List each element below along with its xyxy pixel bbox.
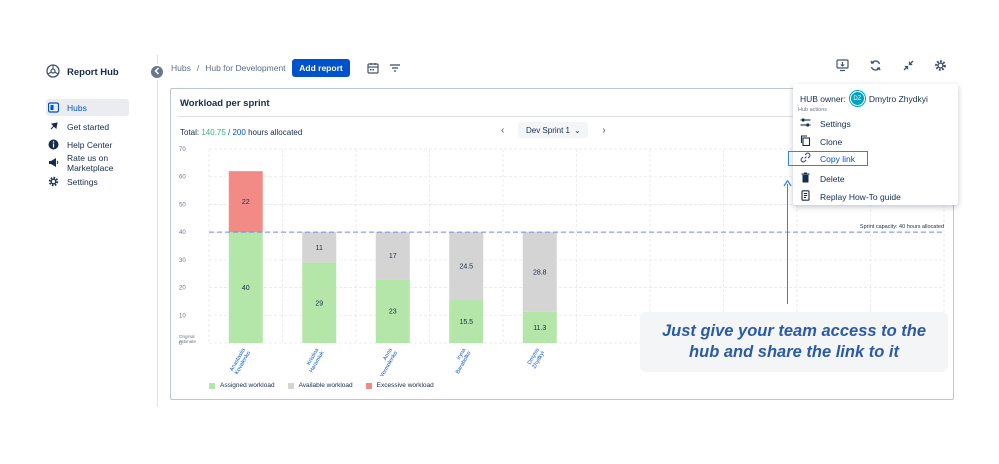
menu-item-copy-link[interactable]: Copy link: [788, 151, 868, 166]
breadcrumb-hubs[interactable]: Hubs: [171, 63, 191, 73]
y-tick-label: 40: [179, 230, 186, 236]
hub-owner: HUB owner: DZ Dmytro Zhydkyi: [800, 91, 928, 106]
bar-data-label: 11.3: [533, 325, 546, 332]
collapse-sidebar-button[interactable]: [149, 64, 165, 80]
bar-data-label: 28.8: [533, 269, 547, 276]
sidebar-item-settings[interactable]: Settings: [46, 173, 129, 190]
chevron-left-icon: [153, 67, 161, 77]
x-tick-label: IrynaBarabolko: [455, 347, 473, 375]
info-icon: [48, 139, 59, 150]
x-tick-label: KristinaHaramiuk: [306, 347, 326, 374]
menu-item-label: Delete: [820, 173, 845, 184]
hub-owner-name: Dmytro Zhydkyi: [868, 93, 928, 104]
menu-item-settings[interactable]: Settings: [800, 116, 950, 131]
breadcrumb-separator: /: [196, 63, 200, 73]
sidebar-item-get-started[interactable]: Get started: [46, 118, 129, 135]
megaphone-icon: [48, 157, 59, 168]
collapse-icon[interactable]: [901, 58, 915, 72]
bar-data-label: 29: [315, 300, 323, 307]
legend-label: Excessive workload: [376, 382, 434, 389]
bar-data-label: 40: [242, 285, 250, 292]
sidebar-item-label: Hubs: [67, 102, 87, 113]
avatar: DZ: [849, 91, 865, 106]
hubs-icon: [48, 102, 59, 113]
app-logo-text: Report Hub: [67, 66, 119, 78]
bar-data-label: 15.5: [459, 319, 473, 326]
sidebar-divider: [157, 55, 158, 407]
trash-icon: [800, 172, 811, 185]
calendar-icon[interactable]: [366, 61, 380, 75]
menu-item-delete[interactable]: Delete: [800, 171, 950, 186]
y-tick-label: 70: [179, 147, 186, 153]
bar-data-label: 23: [389, 309, 397, 316]
y-tick-label: 20: [179, 286, 186, 292]
menu-item-label: Replay How-To guide: [820, 191, 901, 202]
menu-item-label: Copy link: [820, 153, 855, 164]
x-tick-label: AnastasiiaKovalenko: [229, 347, 252, 376]
breadcrumb-current[interactable]: Hub for Development: [205, 63, 285, 73]
legend-swatch: [209, 382, 215, 389]
legend-swatch: [365, 382, 372, 389]
callout-pointer-line: [787, 184, 788, 304]
callout-line-1: Just give your team access to the: [661, 322, 927, 340]
add-report-button[interactable]: Add report: [292, 59, 350, 77]
document-icon: [800, 190, 811, 203]
y-tick-label: 10: [179, 313, 186, 319]
sliders-icon: [800, 117, 811, 130]
sidebar-item-hubs[interactable]: Hubs: [46, 99, 129, 116]
sidebar-item-label: Settings: [67, 176, 98, 187]
app-logo[interactable]: Report Hub: [46, 64, 119, 80]
bar-data-label: 22: [242, 199, 250, 206]
report-hub-logo-icon: [46, 64, 60, 80]
hub-actions-menu: HUB owner: DZ Dmytro Zhydkyi Hub actions…: [788, 84, 958, 205]
menu-item-clone[interactable]: Clone: [800, 134, 950, 149]
legend-item-available: Available workload: [287, 382, 353, 389]
y-bottom-label: estimate: [179, 339, 197, 344]
y-tick-label: 50: [179, 202, 186, 208]
legend-item-assigned: Assigned workload: [209, 382, 275, 389]
legend-swatch: [287, 382, 294, 389]
sidebar-item-rate-us[interactable]: Rate us on Marketplace: [46, 152, 156, 173]
arrow-up-icon: [783, 180, 792, 187]
copy-icon: [800, 135, 811, 148]
chart-legend: Assigned workload Available workload Exc…: [209, 382, 434, 389]
callout-line-2: hub and share the link to it: [689, 343, 899, 361]
filter-icon[interactable]: [388, 61, 402, 75]
export-icon[interactable]: [835, 58, 849, 72]
menu-item-label: Settings: [820, 118, 851, 129]
hub-owner-prefix: HUB owner:: [800, 93, 846, 104]
legend-item-excessive: Excessive workload: [365, 382, 434, 389]
sidebar-item-label: Rate us on Marketplace: [67, 152, 114, 173]
bar-data-label: 11: [316, 245, 323, 252]
x-tick-label: DmytroZhydkyi: [527, 348, 546, 370]
sidebar-item-label: Get started: [67, 121, 110, 132]
sidebar: Report Hub Hubs Get started Help Center …: [0, 0, 158, 464]
y-tick-label: 30: [179, 258, 186, 264]
capacity-line-label: Sprint capacity: 40 hours allocated: [860, 224, 944, 230]
breadcrumb: Hubs / Hub for Development: [171, 63, 286, 73]
y-tick-label: 60: [179, 175, 186, 181]
menu-item-replay-guide[interactable]: Replay How-To guide: [800, 189, 950, 204]
callout-message: Just give your team access to the hub an…: [640, 312, 948, 372]
bar-data-label: 17: [389, 253, 397, 260]
hub-actions-heading: Hub actions: [798, 107, 828, 113]
sidebar-item-help-center[interactable]: Help Center: [46, 136, 129, 153]
sidebar-item-label: Help Center: [67, 139, 113, 150]
menu-item-label: Clone: [820, 136, 843, 147]
refresh-icon[interactable]: [868, 58, 882, 72]
bar-data-label: 24.5: [459, 264, 473, 271]
pin-icon: [48, 121, 59, 132]
link-icon: [800, 152, 811, 165]
legend-label: Assigned workload: [220, 382, 275, 389]
gear-icon: [48, 176, 59, 187]
settings-gear-icon[interactable]: [933, 58, 947, 72]
x-tick-label: AnnaYermolenko: [379, 347, 399, 379]
legend-label: Available workload: [298, 382, 353, 389]
